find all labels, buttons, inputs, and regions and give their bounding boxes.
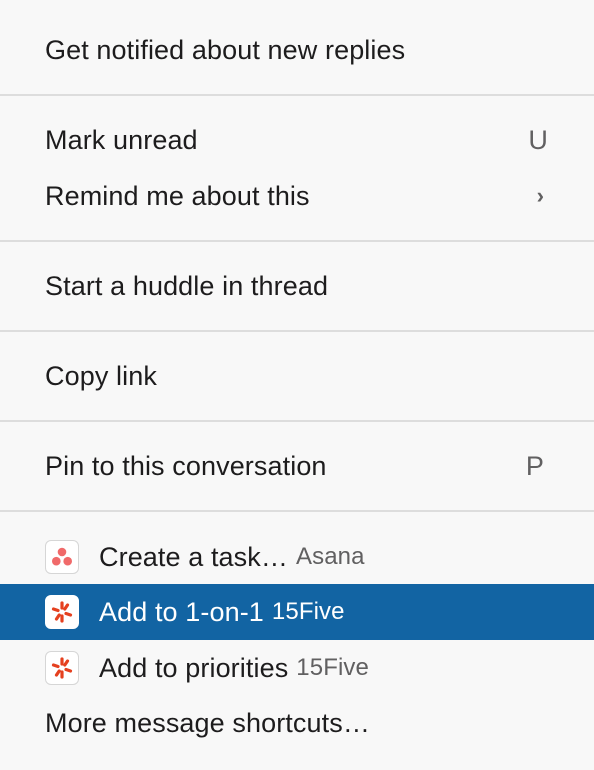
create-task-label: Create a task…: [99, 541, 288, 572]
add-to-priorities-label: Add to priorities: [99, 652, 289, 683]
start-huddle-label: Start a huddle in thread: [45, 270, 329, 301]
pin-conversation-menu-item[interactable]: Pin to this conversation P: [0, 438, 594, 494]
pin-conversation-label: Pin to this conversation: [45, 450, 327, 481]
15five-app-name: 15Five: [271, 598, 345, 625]
asana-app-name: Asana: [295, 543, 365, 570]
copy-link-label: Copy link: [45, 360, 157, 391]
mark-unread-label: Mark unread: [45, 124, 198, 155]
15five-icon: [45, 651, 79, 685]
get-notified-label: Get notified about new replies: [45, 34, 406, 65]
divider: [0, 420, 594, 422]
copy-link-menu-item[interactable]: Copy link: [0, 348, 594, 404]
mark-unread-menu-item[interactable]: Mark unread U: [0, 112, 594, 168]
mark-unread-shortcut: U: [528, 124, 548, 155]
divider: [0, 510, 594, 512]
start-huddle-menu-item[interactable]: Start a huddle in thread: [0, 258, 594, 314]
add-to-1on1-label: Add to 1-on-1: [99, 596, 264, 627]
add-to-1on1-menu-item[interactable]: Add to 1-on-1 15Five: [0, 584, 594, 640]
15five-icon: [45, 595, 79, 629]
add-to-priorities-menu-item[interactable]: Add to priorities 15Five: [0, 640, 594, 696]
message-actions-menu: Get notified about new replies Mark unre…: [0, 0, 594, 770]
remind-me-label: Remind me about this: [45, 180, 310, 211]
divider: [0, 330, 594, 332]
15five-app-name: 15Five: [296, 654, 369, 681]
more-shortcuts-menu-item[interactable]: More message shortcuts…: [0, 695, 594, 751]
asana-create-task-menu-item[interactable]: Create a task… Asana: [0, 529, 594, 585]
divider: [0, 94, 594, 96]
more-shortcuts-label: More message shortcuts…: [45, 707, 370, 738]
remind-me-menu-item[interactable]: Remind me about this ›: [0, 168, 594, 224]
get-notified-menu-item[interactable]: Get notified about new replies: [0, 22, 594, 78]
divider: [0, 240, 594, 242]
pin-shortcut: P: [525, 450, 544, 481]
chevron-right-icon: ›: [536, 183, 544, 208]
asana-icon: [45, 540, 79, 574]
